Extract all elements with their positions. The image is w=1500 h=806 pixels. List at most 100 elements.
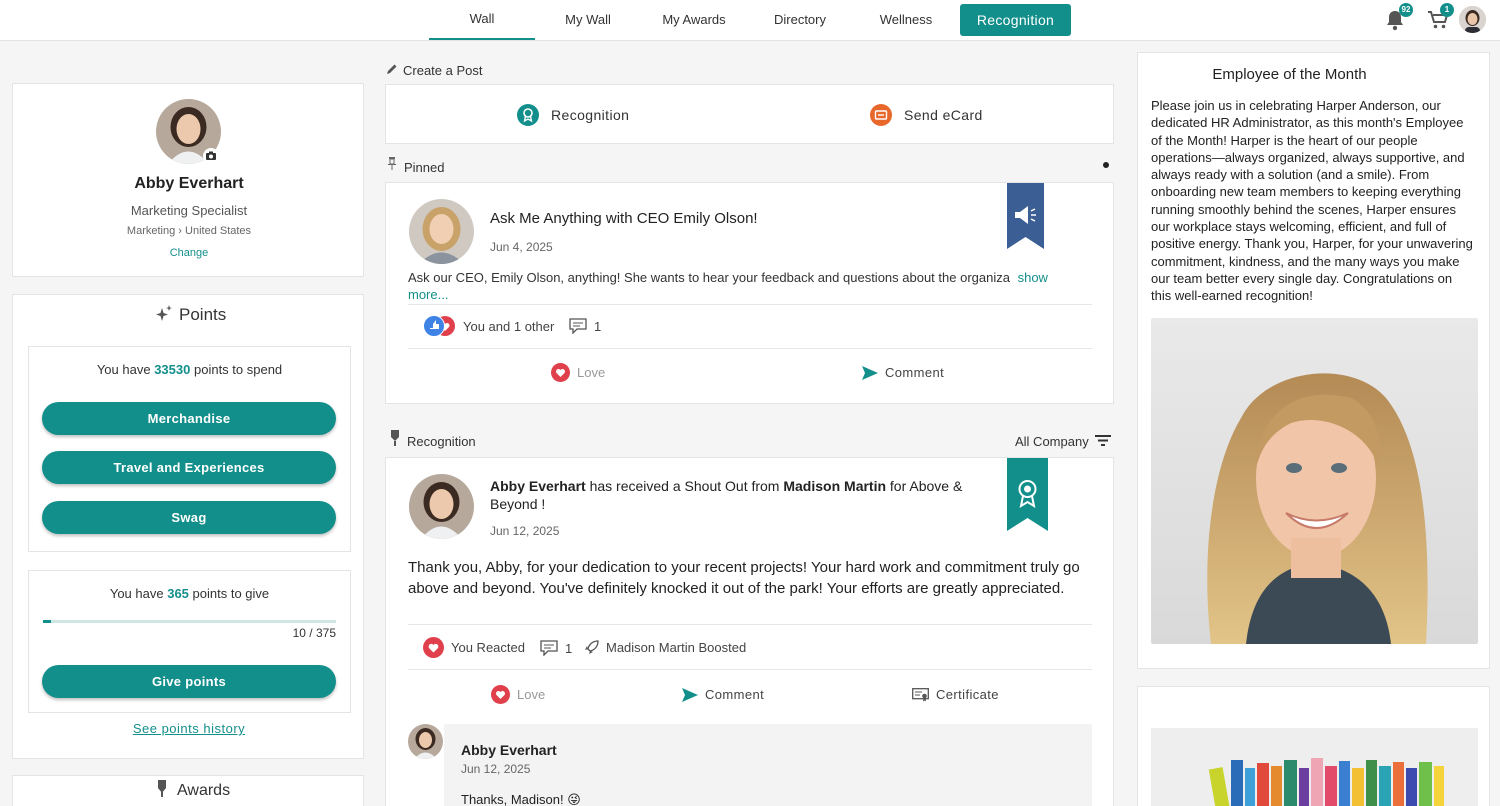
message-line-1: Thank you, Abby, for your dedication to …: [408, 559, 1080, 576]
pinned-reactions-summary[interactable]: You and 1 other: [423, 315, 554, 337]
camera-icon[interactable]: [203, 148, 219, 164]
headline-reason-end: Beyond !: [490, 496, 546, 512]
eom-line: of the Month! Harper is the heart of our…: [1151, 132, 1418, 148]
profile-country: United States: [185, 225, 252, 237]
employee-of-month-text: Please join us in celebrating Harper And…: [1151, 97, 1487, 305]
user-avatar[interactable]: [1459, 6, 1486, 33]
recognition-message: Thank you, Abby, for your dedication to …: [408, 557, 1098, 599]
announcement-ribbon-icon: [1007, 183, 1044, 249]
swag-button[interactable]: Swag: [42, 501, 336, 534]
message-line-2: above and beyond. You've definitely knoc…: [408, 580, 1065, 597]
you-reacted-indicator[interactable]: You Reacted: [423, 637, 525, 658]
ribbon-icon: [517, 104, 539, 126]
give-value: 365: [167, 586, 189, 601]
pinned-comment-button[interactable]: Comment: [862, 365, 944, 380]
profile-location: Marketing › United States: [13, 225, 365, 237]
pinned-love-button[interactable]: Love: [551, 363, 605, 382]
recipient-avatar[interactable]: [409, 474, 474, 539]
create-post-label: Create a Post: [403, 63, 483, 78]
eom-line: Please join us in celebrating Harper And…: [1151, 98, 1441, 113]
reply-author-avatar[interactable]: [408, 724, 443, 759]
recognition-comment-label: Comment: [705, 687, 765, 702]
spend-suffix: points to spend: [193, 362, 283, 377]
pinned-body-text: Ask our CEO, Emily Olson, anything! She …: [408, 270, 1010, 285]
recognition-comment-button[interactable]: Comment: [682, 687, 764, 702]
award-icon: [156, 780, 168, 798]
pinned-indicator-dot: [1103, 162, 1109, 168]
headline-mid-text: has received a Shout Out from: [589, 478, 780, 494]
cart-badge: 1: [1440, 3, 1454, 17]
send-arrow-icon: [862, 365, 878, 380]
tab-directory[interactable]: Directory: [747, 0, 853, 40]
points-heading: Points: [179, 305, 227, 324]
spend-summary: You have 33530 points to spend: [29, 362, 350, 377]
certificate-label: Certificate: [936, 687, 999, 702]
pinned-author-avatar[interactable]: [409, 199, 474, 264]
top-navigation: Wall My Wall My Awards Directory Wellnes…: [0, 0, 1500, 41]
profile-title: Marketing Specialist: [130, 203, 248, 218]
profile-name: Abby Everhart: [134, 175, 244, 192]
eom-line: positive energy. Thank you, Harper, for …: [1151, 236, 1473, 252]
pinned-post-card: Ask Me Anything with CEO Emily Olson! Ju…: [385, 182, 1114, 404]
spend-prefix: You have: [96, 362, 151, 377]
tab-recognition[interactable]: Recognition: [960, 4, 1071, 36]
filter-icon[interactable]: [1095, 434, 1111, 447]
pinned-post-title[interactable]: Ask Me Anything with CEO Emily Olson!: [490, 210, 758, 227]
you-reacted-text: You Reacted: [451, 640, 525, 655]
tab-wall[interactable]: Wall: [429, 0, 535, 40]
employee-photo: [1151, 318, 1478, 644]
boosted-text: Madison Martin Boosted: [606, 640, 747, 655]
divider: [408, 348, 1092, 349]
tab-my-awards[interactable]: My Awards: [641, 0, 747, 40]
recognition-comment-count[interactable]: 1: [540, 640, 572, 657]
reaction-stack-icon: [423, 315, 456, 337]
give-progress-fill: [43, 620, 51, 623]
give-progress-bar: [43, 620, 336, 623]
pencil-icon: [386, 62, 398, 74]
travel-experiences-button[interactable]: Travel and Experiences: [42, 451, 336, 484]
show-more-link-continued[interactable]: more...: [408, 287, 448, 302]
pinned-comment-number: 1: [594, 318, 602, 334]
company-filter[interactable]: All Company: [1015, 434, 1089, 449]
show-more-link[interactable]: show: [1018, 270, 1048, 285]
recognition-love-button[interactable]: Love: [491, 685, 545, 704]
recognition-love-label: Love: [517, 687, 546, 702]
send-ecard-label: Send eCard: [904, 107, 983, 123]
recognition-post-card: Abby Everhart has received a Shout Out f…: [385, 457, 1114, 806]
reply-author-name[interactable]: Abby Everhart: [461, 742, 557, 758]
eom-line: operations—always organized, always supp…: [1151, 149, 1465, 165]
eom-line: running smoothly behind the scenes, Harp…: [1151, 201, 1456, 217]
points-card: Points You have 33530 points to spend Me…: [12, 294, 364, 759]
spend-value: 33530: [154, 362, 191, 377]
change-link[interactable]: Change: [13, 247, 365, 259]
tab-wellness[interactable]: Wellness: [853, 0, 959, 40]
pinned-label: Pinned: [404, 160, 445, 175]
headline-reason: for Above &: [889, 478, 963, 494]
merchandise-button[interactable]: Merchandise: [42, 402, 336, 435]
rocket-icon: [584, 640, 599, 655]
points-history-link[interactable]: See points history: [13, 721, 365, 736]
profile-card: Abby Everhart Marketing Specialist Marke…: [12, 83, 364, 277]
heart-icon: [423, 637, 444, 658]
send-arrow-icon: [682, 687, 698, 702]
receiver-name[interactable]: Abby Everhart: [490, 478, 586, 494]
notifications-badge: 92: [1399, 3, 1413, 17]
certificate-button[interactable]: Certificate: [912, 687, 999, 702]
pin-icon: [387, 157, 397, 171]
reply-date: Jun 12, 2025: [461, 762, 531, 776]
eom-line: onboarding new team members to keeping e…: [1151, 184, 1462, 200]
eom-line: commitment, kindness, and the many ways …: [1151, 253, 1460, 269]
give-points-button[interactable]: Give points: [42, 665, 336, 698]
give-suffix: points to give: [192, 586, 270, 601]
recognition-post-button[interactable]: Recognition: [517, 104, 629, 126]
giver-name[interactable]: Madison Martin: [783, 478, 886, 494]
ecard-icon: [870, 104, 892, 126]
recognition-headline: Abby Everhart has received a Shout Out f…: [490, 477, 990, 513]
tab-my-wall[interactable]: My Wall: [535, 0, 641, 40]
boosted-indicator[interactable]: Madison Martin Boosted: [584, 640, 746, 655]
eom-line: our workplace stays welcoming, efficient…: [1151, 219, 1447, 235]
give-prefix: You have: [109, 586, 164, 601]
send-ecard-button[interactable]: Send eCard: [870, 104, 983, 126]
pinned-comment-count[interactable]: 1: [569, 318, 602, 335]
divider: [408, 624, 1092, 625]
